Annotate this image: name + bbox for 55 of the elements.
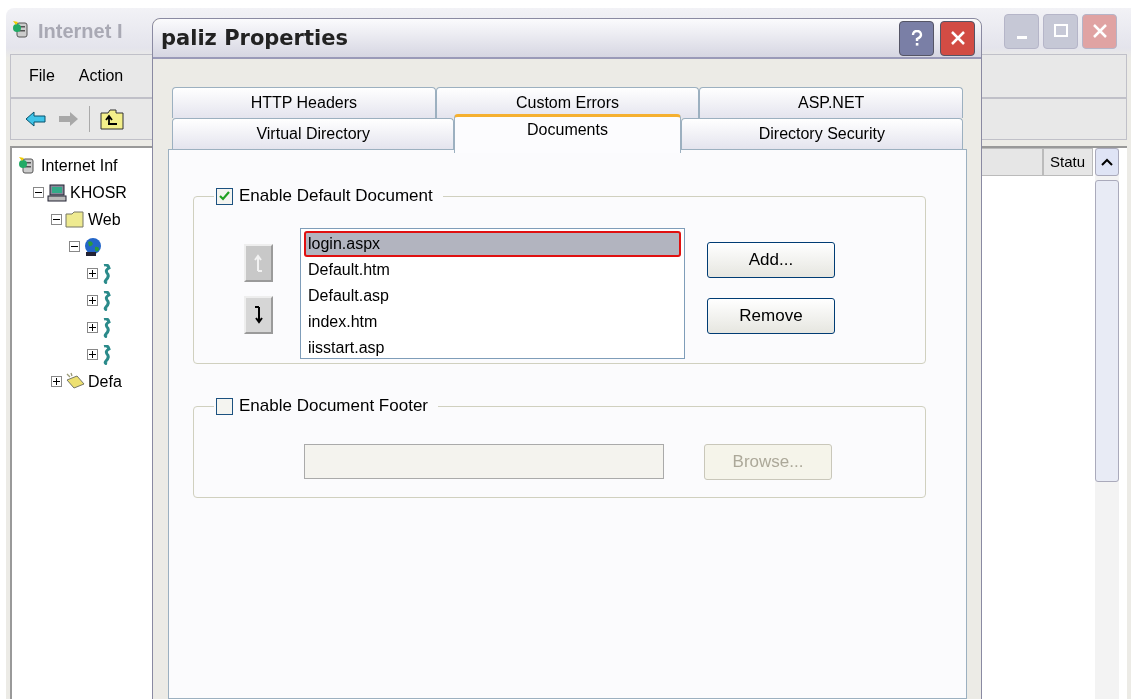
tab[interactable]: Virtual Directory [172,118,455,149]
expander-icon[interactable] [87,349,98,360]
node-icon [101,290,111,311]
tree-item[interactable]: Internet Inf [41,156,118,175]
maximize-icon [1052,23,1069,39]
tree-item[interactable]: KHOSR [70,183,127,202]
expander-icon[interactable] [33,187,44,198]
computer-icon [47,182,67,203]
node-icon [101,317,111,338]
window-title: Internet I [38,19,123,43]
expander-icon[interactable] [87,322,98,333]
node-icon [101,344,111,365]
push-button[interactable]: Add... [707,242,835,278]
list-item[interactable]: Default.htm [304,257,681,283]
help-icon [909,30,924,46]
arrow-down-icon [252,306,265,324]
tab[interactable]: Documents [454,114,681,153]
list-item[interactable]: iisstart.asp [304,335,681,361]
expander-icon[interactable] [87,268,98,279]
move-down-button[interactable] [244,296,273,334]
node-icon [101,263,111,284]
minimize-icon [1016,35,1027,39]
expander-icon[interactable] [69,241,80,252]
folder-icon [65,209,85,230]
close-icon [1091,23,1108,39]
arrow-up-icon [252,254,265,272]
checkbox-label: Enable Default Document [239,186,433,206]
back-arrow-icon[interactable] [25,111,47,127]
folder-up-icon[interactable] [100,108,124,130]
tab[interactable]: Directory Security [680,118,963,149]
tab[interactable]: HTTP Headers [172,87,436,118]
tree-item[interactable]: Web [88,210,121,229]
dialog-title: paliz Properties [161,26,348,50]
column-header[interactable]: Statu [1043,148,1093,176]
menu-item[interactable]: Action [78,67,124,85]
list-item[interactable]: Default.asp [304,283,681,309]
document-list[interactable]: login.aspx Default.htm Default.asp index.htm iisstart.asp [300,228,685,359]
tab[interactable]: ASP.NET [699,87,963,118]
list-item[interactable]: index.htm [304,309,681,335]
checkbox[interactable] [216,187,233,205]
expander-icon[interactable] [87,295,98,306]
list-item[interactable]: login.aspx [304,231,681,257]
help-button[interactable] [899,20,934,56]
menu-item[interactable]: File [29,67,55,85]
push-button[interactable]: Remove [707,298,835,334]
globe-icon [83,236,103,257]
checkbox[interactable] [216,397,233,415]
checkbox-label: Enable Document Footer [239,396,428,416]
scrollbar[interactable] [1095,148,1119,699]
expander-icon[interactable] [51,376,62,387]
close-button[interactable] [940,20,975,56]
caret-up-icon[interactable] [1101,158,1113,166]
tree-item[interactable]: Defa [88,372,122,391]
close-icon [949,30,966,46]
expander-icon[interactable] [51,214,62,225]
